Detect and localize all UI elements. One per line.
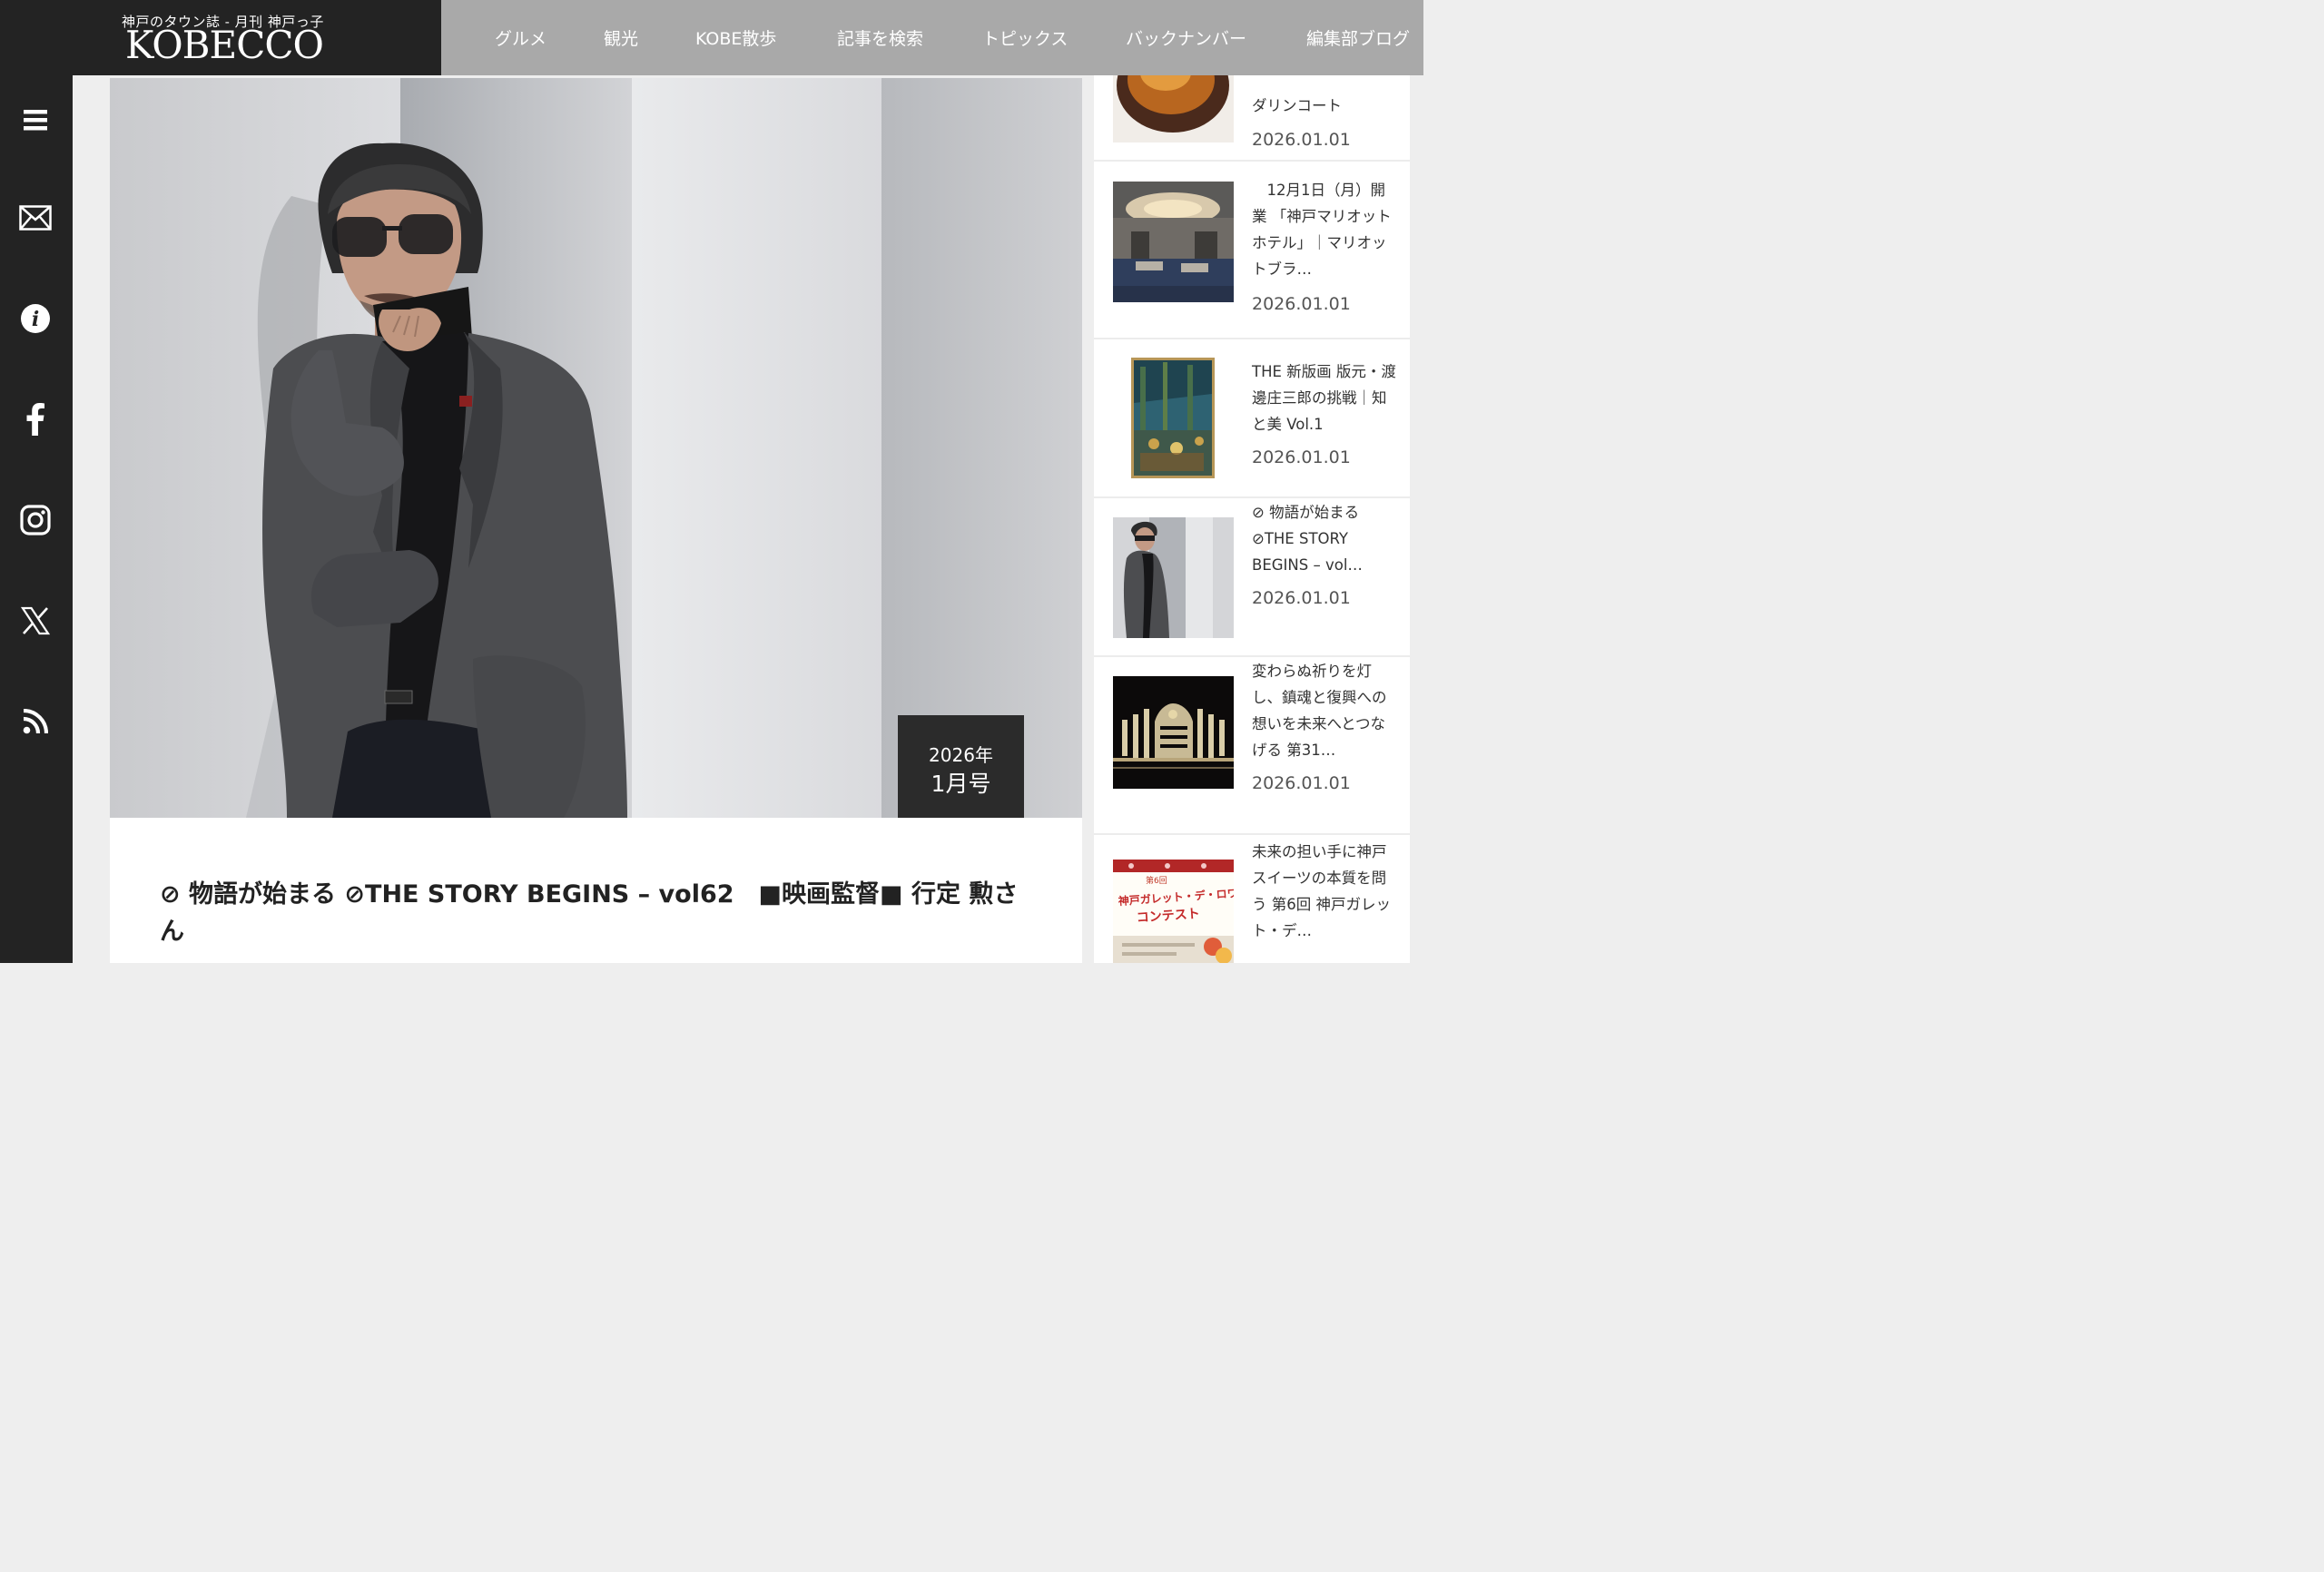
site-header: 神戸のタウン誌 - 月刊 神戸っ子 KOBECCO グルメ 観光 KOBE散歩 … [0, 0, 1423, 75]
related-article-thumbnail[interactable]: 第6回 神戸ガレット・デ・ロワ コンテスト [1113, 860, 1234, 963]
related-article-item[interactable]: THE 新版画 版元・渡邊庄三郎の挑戦｜知と美 Vol.1 2026.01.01 [1094, 339, 1410, 498]
related-article-date: 2026.01.01 [1252, 447, 1351, 467]
related-article-date: 2026.01.01 [1252, 130, 1351, 150]
nav-item-topics[interactable]: トピックス [982, 25, 1068, 50]
article-main: 2026年 1月号 ⊘ 物語が始まる ⊘THE STORY BEGINS – v… [110, 78, 1082, 963]
article-hero-image[interactable]: 2026年 1月号 [110, 78, 1082, 818]
related-article-thumbnail[interactable] [1113, 676, 1234, 789]
menu-icon[interactable] [18, 103, 53, 137]
related-article-title[interactable]: ⊘ 物語が始まる ⊘THE STORY BEGINS – vol… [1252, 499, 1397, 578]
related-article-date: 2026.01.01 [1252, 773, 1351, 793]
site-logo[interactable]: 神戸のタウン誌 - 月刊 神戸っ子 KOBECCO [0, 0, 441, 75]
related-article-date: 2026.01.01 [1252, 588, 1351, 608]
x-icon[interactable] [18, 604, 53, 638]
issue-month: 1月号 [931, 771, 991, 797]
related-article-title[interactable]: 未来の担い手に神戸スイーツの本質を問う 第6回 神戸ガレット・デ… [1252, 839, 1397, 944]
rss-icon[interactable] [18, 704, 53, 739]
nav-item-editorial-blog[interactable]: 編集部ブログ [1306, 25, 1410, 50]
related-articles-list: ダリンコート 2026.01.01 12月1日（月）開業 「神戸マリオットホテル… [1094, 75, 1410, 963]
global-nav: グルメ 観光 KOBE散歩 記事を検索 トピックス バックナンバー 編集部ブログ [441, 0, 1423, 75]
related-article-title[interactable]: ダリンコート [1252, 93, 1397, 119]
related-article-title[interactable]: 変わらぬ祈りを灯し、鎮魂と復興への想いを未来へとつなげる 第31… [1252, 658, 1397, 763]
svg-text:i: i [32, 308, 39, 331]
thumb-contest-badge: 第6回 [1146, 875, 1167, 886]
logo-wordmark: KOBECCO [125, 23, 324, 67]
nav-item-sightseeing[interactable]: 観光 [604, 25, 638, 50]
article-title: ⊘ 物語が始まる ⊘THE STORY BEGINS – vol62 ■映画監督… [160, 880, 1019, 946]
related-article-title[interactable]: 12月1日（月）開業 「神戸マリオットホテル」｜マリオットブラ… [1252, 177, 1397, 282]
nav-item-back-numbers[interactable]: バックナンバー [1126, 25, 1246, 50]
social-sidebar: i [0, 75, 73, 963]
issue-year: 2026年 [929, 744, 993, 766]
related-article-date: 2026.01.01 [1252, 294, 1351, 314]
related-article-thumbnail[interactable] [1113, 358, 1234, 478]
related-article-item[interactable]: 変わらぬ祈りを灯し、鎮魂と復興への想いを未来へとつなげる 第31… 2026.0… [1094, 657, 1410, 835]
related-article-item[interactable]: ⊘ 物語が始まる ⊘THE STORY BEGINS – vol… 2026.0… [1094, 498, 1410, 657]
related-article-item[interactable]: 12月1日（月）開業 「神戸マリオットホテル」｜マリオットブラ… 2026.01… [1094, 162, 1410, 339]
nav-item-kobe-walk[interactable]: KOBE散歩 [695, 25, 776, 50]
nav-item-search-articles[interactable]: 記事を検索 [837, 25, 923, 50]
article-title-area: ⊘ 物語が始まる ⊘THE STORY BEGINS – vol62 ■映画監督… [110, 818, 1082, 963]
related-article-thumbnail[interactable] [1113, 182, 1234, 302]
mail-icon[interactable] [18, 201, 53, 235]
related-article-item[interactable]: ダリンコート 2026.01.01 [1094, 75, 1410, 162]
related-article-thumbnail[interactable] [1113, 75, 1234, 142]
related-article-item[interactable]: 第6回 神戸ガレット・デ・ロワ コンテスト 未来の担い手に神戸スイーツの本質を問… [1094, 835, 1410, 963]
issue-badge: 2026年 1月号 [898, 715, 1024, 818]
related-article-thumbnail[interactable] [1113, 517, 1234, 638]
facebook-icon[interactable] [18, 402, 53, 437]
info-icon[interactable]: i [18, 301, 53, 336]
nav-item-gourmet[interactable]: グルメ [495, 25, 547, 50]
related-article-title[interactable]: THE 新版画 版元・渡邊庄三郎の挑戦｜知と美 Vol.1 [1252, 359, 1397, 437]
instagram-icon[interactable] [18, 503, 53, 537]
